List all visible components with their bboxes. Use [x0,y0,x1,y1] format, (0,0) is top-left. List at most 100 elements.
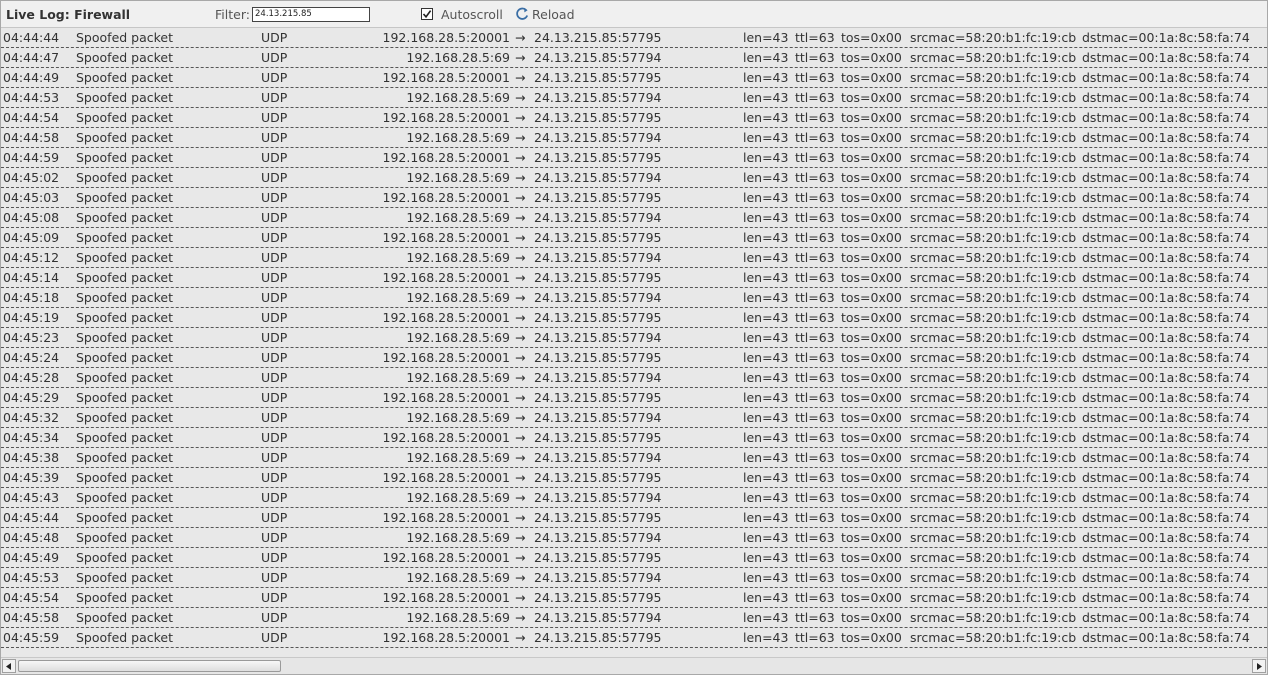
log-destination-address: 24.13.215.85:57795 [534,510,662,525]
log-destination-mac: dstmac=00:1a:8c:58:fa:74 [1082,570,1250,585]
log-row[interactable]: 04:45:34 Spoofed packet UDP 192.168.28.5:20… [1,428,1267,448]
log-tos: tos=0x00 [841,250,902,265]
log-row[interactable]: 04:44:58 Spoofed packet UDP 192.168.28.5:69… [1,128,1267,148]
log-message: Spoofed packet [76,130,174,145]
log-protocol: UDP [261,570,288,585]
log-ttl: ttl=63 [795,70,835,85]
log-row[interactable]: 04:44:53 Spoofed packet UDP 192.168.28.5:69… [1,88,1267,108]
filter-input[interactable] [252,7,370,22]
log-destination-mac: dstmac=00:1a:8c:58:fa:74 [1082,290,1250,305]
log-source-mac: srcmac=58:20:b1:fc:19:cb [910,330,1077,345]
log-row[interactable]: 04:45:18 Spoofed packet UDP 192.168.28.5:69… [1,288,1267,308]
log-message: Spoofed packet [76,590,174,605]
log-tos: tos=0x00 [841,270,902,285]
log-row[interactable]: 04:45:19 Spoofed packet UDP 192.168.28.5:20… [1,308,1267,328]
log-destination-address: 24.13.215.85:57795 [534,430,662,445]
log-row[interactable]: 04:45:38 Spoofed packet UDP 192.168.28.5:69… [1,448,1267,468]
log-protocol: UDP [261,590,288,605]
log-row[interactable]: 04:45:02 Spoofed packet UDP 192.168.28.5:69… [1,168,1267,188]
log-message: Spoofed packet [76,150,174,165]
log-source-mac: srcmac=58:20:b1:fc:19:cb [910,270,1077,285]
log-row[interactable]: 04:45:48 Spoofed packet UDP 192.168.28.5:69… [1,528,1267,548]
log-row[interactable]: 04:45:08 Spoofed packet UDP 192.168.28.5:69… [1,208,1267,228]
log-row[interactable]: 04:45:43 Spoofed packet UDP 192.168.28.5:69… [1,488,1267,508]
log-row[interactable]: 04:45:09 Spoofed packet UDP 192.168.28.5:20… [1,228,1267,248]
log-length: len=43 [743,510,789,525]
log-row[interactable]: 04:45:44 Spoofed packet UDP 192.168.28.5:20… [1,508,1267,528]
log-row[interactable]: 04:45:32 Spoofed packet UDP 192.168.28.5:69… [1,408,1267,428]
log-time: 04:45:44 [3,510,60,525]
log-length: len=43 [743,530,789,545]
log-row[interactable]: 04:45:54 Spoofed packet UDP 192.168.28.5:20… [1,588,1267,608]
log-message: Spoofed packet [76,390,174,405]
log-row[interactable]: 04:45:29 Spoofed packet UDP 192.168.28.5:20… [1,388,1267,408]
log-time: 04:44:59 [3,150,60,165]
arrow-right-icon: → [515,430,526,445]
log-row[interactable]: 04:45:24 Spoofed packet UDP 192.168.28.5:20… [1,348,1267,368]
log-row[interactable]: 04:45:39 Spoofed packet UDP 192.168.28.5:20… [1,468,1267,488]
log-source-mac: srcmac=58:20:b1:fc:19:cb [910,510,1077,525]
log-source-mac: srcmac=58:20:b1:fc:19:cb [910,110,1077,125]
scroll-right-button[interactable] [1252,659,1266,673]
log-destination-address: 24.13.215.85:57795 [534,230,662,245]
autoscroll-checkbox[interactable] [421,8,433,20]
arrow-right-icon: → [515,330,526,345]
log-source-address: 192.168.28.5:20001 [382,310,510,325]
log-time: 04:44:49 [3,70,60,85]
log-destination-address: 24.13.215.85:57794 [534,170,662,185]
log-row[interactable]: 04:44:47 Spoofed packet UDP 192.168.28.5:69… [1,48,1267,68]
log-destination-mac: dstmac=00:1a:8c:58:fa:74 [1082,210,1250,225]
horizontal-scrollbar[interactable] [1,657,1267,674]
log-destination-address: 24.13.215.85:57794 [534,610,662,625]
log-source-mac: srcmac=58:20:b1:fc:19:cb [910,310,1077,325]
log-length: len=43 [743,50,789,65]
log-time: 04:45:54 [3,590,60,605]
log-row[interactable]: 04:44:49 Spoofed packet UDP 192.168.28.5:20… [1,68,1267,88]
log-row[interactable]: 04:45:12 Spoofed packet UDP 192.168.28.5:69… [1,248,1267,268]
scroll-left-button[interactable] [2,659,16,673]
log-row[interactable]: 04:45:58 Spoofed packet UDP 192.168.28.5:69… [1,608,1267,628]
log-source-address: 192.168.28.5:20001 [382,110,510,125]
log-destination-mac: dstmac=00:1a:8c:58:fa:74 [1082,150,1250,165]
log-table[interactable]: 04:44:44 Spoofed packet UDP 192.168.28.5:20… [1,28,1267,656]
log-protocol: UDP [261,370,288,385]
log-ttl: ttl=63 [795,130,835,145]
log-row[interactable]: 04:45:53 Spoofed packet UDP 192.168.28.5:69… [1,568,1267,588]
log-source-address: 192.168.28.5:20001 [382,350,510,365]
scrollbar-thumb[interactable] [18,660,281,672]
log-source-address: 192.168.28.5:69 [406,610,510,625]
log-destination-mac: dstmac=00:1a:8c:58:fa:74 [1082,190,1250,205]
arrow-right-icon: → [515,530,526,545]
log-row[interactable]: 04:45:28 Spoofed packet UDP 192.168.28.5:69… [1,368,1267,388]
log-ttl: ttl=63 [795,610,835,625]
arrow-right-icon: → [515,590,526,605]
log-time: 04:45:38 [3,450,60,465]
log-source-address: 192.168.28.5:69 [406,130,510,145]
log-tos: tos=0x00 [841,550,902,565]
log-row[interactable]: 04:44:59 Spoofed packet UDP 192.168.28.5:20… [1,148,1267,168]
log-source-address: 192.168.28.5:69 [406,170,510,185]
log-row[interactable]: 04:44:44 Spoofed packet UDP 192.168.28.5:20… [1,28,1267,48]
log-protocol: UDP [261,30,288,45]
log-row[interactable]: 04:45:49 Spoofed packet UDP 192.168.28.5:20… [1,548,1267,568]
log-row[interactable]: 04:44:54 Spoofed packet UDP 192.168.28.5:20… [1,108,1267,128]
log-source-mac: srcmac=58:20:b1:fc:19:cb [910,290,1077,305]
log-time: 04:45:09 [3,230,60,245]
log-destination-address: 24.13.215.85:57795 [534,110,662,125]
log-length: len=43 [743,190,789,205]
log-row[interactable]: 04:45:14 Spoofed packet UDP 192.168.28.5:20… [1,268,1267,288]
log-destination-address: 24.13.215.85:57795 [534,470,662,485]
log-protocol: UDP [261,130,288,145]
log-destination-mac: dstmac=00:1a:8c:58:fa:74 [1082,450,1250,465]
log-ttl: ttl=63 [795,590,835,605]
log-row[interactable]: 04:45:23 Spoofed packet UDP 192.168.28.5:69… [1,328,1267,348]
log-source-address: 192.168.28.5:20001 [382,30,510,45]
autoscroll-label[interactable]: Autoscroll [441,7,503,22]
log-time: 04:45:08 [3,210,60,225]
log-row[interactable]: 04:45:59 Spoofed packet UDP 192.168.28.5:20… [1,628,1267,648]
log-tos: tos=0x00 [841,70,902,85]
log-protocol: UDP [261,490,288,505]
arrow-right-icon: → [515,230,526,245]
log-source-address: 192.168.28.5:69 [406,50,510,65]
log-row[interactable]: 04:45:03 Spoofed packet UDP 192.168.28.5:20… [1,188,1267,208]
